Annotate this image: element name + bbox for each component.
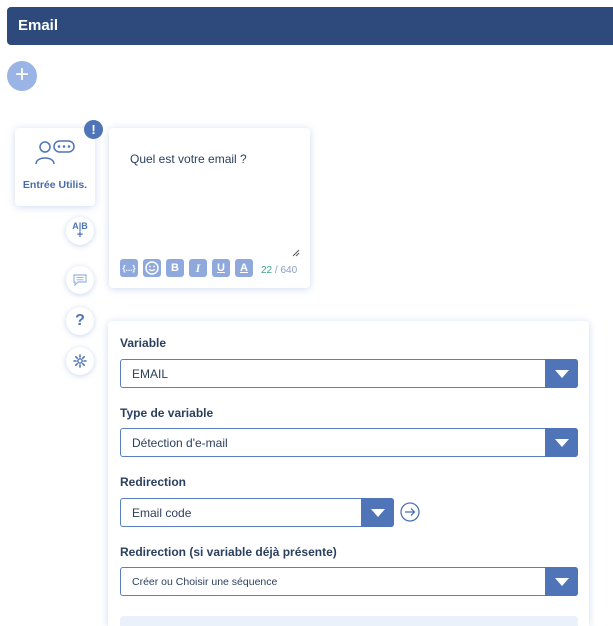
help-icon: ? — [75, 312, 85, 329]
variable-type-label: Type de variable — [120, 406, 214, 420]
chevron-down-icon — [545, 567, 578, 596]
chevron-down-icon — [545, 359, 578, 388]
redirection-if-present-label: Redirection (si variable déjà présente) — [120, 545, 337, 559]
user-input-card[interactable]: Entrée Utilis. — [15, 128, 95, 206]
chevron-down-icon — [361, 498, 394, 527]
comment-icon — [73, 274, 87, 286]
redirection-if-present-value: Créer ou Choisir une séquence — [132, 576, 278, 588]
text-color-button[interactable]: A — [235, 259, 253, 277]
redirection-label: Redirection — [120, 475, 187, 489]
char-count: 22 — [261, 265, 273, 276]
help-button[interactable]: ? — [66, 307, 94, 335]
message-editor[interactable]: Quel est votre email ? {...} B I U A 22 … — [109, 128, 310, 288]
variable-select[interactable]: EMAIL — [120, 359, 578, 388]
insert-variable-button[interactable]: {...} — [120, 259, 138, 277]
variable-type-value: Détection d'e-mail — [132, 436, 228, 450]
emoji-button[interactable] — [143, 259, 161, 277]
variable-value: EMAIL — [132, 367, 169, 381]
smiley-icon — [145, 261, 159, 275]
header-title: Email — [18, 17, 59, 34]
format-toolbar: {...} B I U A — [120, 259, 253, 277]
user-input-label: Entrée Utilis. — [22, 179, 88, 191]
char-counter: 22 / 640 — [261, 265, 297, 276]
message-text[interactable]: Quel est votre email ? — [130, 152, 247, 166]
variable-form: Variable EMAIL Type de variable Détectio… — [108, 321, 589, 626]
alert-icon: ! — [84, 120, 103, 139]
redirection-select[interactable]: Email code — [120, 498, 394, 527]
bottom-panel — [120, 616, 578, 626]
gear-icon — [73, 354, 87, 368]
variable-label: Variable — [120, 336, 167, 350]
page: Email + Entrée Utilis. ! A|B + ? Quel es… — [0, 0, 613, 626]
settings-button[interactable] — [66, 347, 94, 375]
user-chat-icon — [35, 140, 75, 165]
variable-type-select[interactable]: Détection d'e-mail — [120, 428, 578, 457]
resize-handle-icon[interactable] — [292, 249, 300, 257]
redirection-if-present-select[interactable]: Créer ou Choisir une séquence — [120, 567, 578, 596]
ab-test-icon: A|B + — [72, 221, 88, 241]
add-step-button[interactable]: + — [7, 61, 37, 91]
comment-button[interactable] — [66, 266, 94, 294]
italic-button[interactable]: I — [189, 259, 207, 277]
char-max: / 640 — [274, 265, 298, 276]
redirection-value: Email code — [132, 506, 192, 520]
header-bar: Email — [7, 7, 613, 45]
go-to-sequence-icon[interactable] — [400, 502, 420, 522]
underline-button[interactable]: U — [212, 259, 230, 277]
chevron-down-icon — [545, 428, 578, 457]
ab-test-button[interactable]: A|B + — [66, 217, 94, 245]
bold-button[interactable]: B — [166, 259, 184, 277]
